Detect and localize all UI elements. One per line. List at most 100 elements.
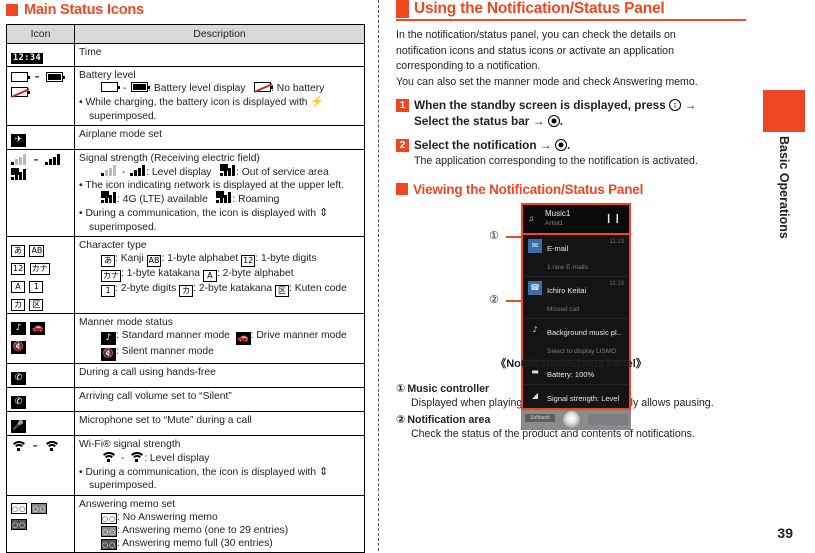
page-title: Main Status Icons [24,2,144,18]
kanji-mode-icon: あ [101,254,115,267]
desc-line: ○○: No Answering memo [79,511,360,524]
intro-line: corresponding to a notification. [396,60,541,73]
notification-time: 11:13 [609,238,624,245]
page-number: 39 [777,525,793,541]
alphabet-2byte-icon: A [202,269,217,282]
table-row: - Signal strength (Receiving electric fi… [6,148,365,237]
desc-cell-airplane: Airplane mode set [74,124,365,150]
desc-line: 1: 2-byte digits カ: 2-byte katakana 区: K… [79,282,360,297]
keypad-area [588,413,628,425]
step-title: Select the notification → . [414,137,746,153]
desc-text: : Out of service area [236,166,329,178]
table-row: - Battery level - : Battery level displa… [6,66,365,126]
desc-cell-time: Time [74,43,365,67]
step-2: 2 Select the notification → . The applic… [396,137,746,169]
step-text: Select the notification → [414,138,552,153]
chapter-tab-text: Basic Operations [777,136,791,239]
phone-icon: ☎ [528,280,542,295]
desc-text: : Standard manner mode [116,329,230,341]
manual-page: Main Status Icons Icon Description 12:34… [0,0,815,553]
signal-full-icon [45,153,61,165]
desc-line: あ: Kanji AB: 1-byte alphabet 12: 1-byte … [79,252,360,267]
pause-button-icon[interactable]: ❙❙ [605,214,622,224]
column-header-icon: Icon [6,24,75,44]
desc-text: : Battery level display [148,83,246,95]
notification-sub: Select to display LISMO [547,347,617,355]
desc-title: Wi-Fi® signal strength [79,438,181,450]
battery-full-icon [46,72,66,82]
wifi-low-icon [101,451,116,463]
intro-line: notification icons and status icons or a… [396,44,674,57]
silent-manner-mode-icon: 🔇 [101,347,116,361]
desc-text: : Drive manner mode [250,329,347,341]
alphabet-1byte-icon: AB [29,244,45,257]
music-note-icon: ♪ [532,324,538,334]
step-subtext: The application corresponding to the not… [414,155,698,168]
notification-title: Signal strength: Level [547,393,620,403]
desc-text: : 4G (LTE) available [117,194,208,206]
right-section-header: Using the Notification/Status Panel [396,0,746,21]
microphone-mute-icon: 🎤 [11,419,26,433]
step-body: When the standby screen is displayed, pr… [414,97,746,129]
music-controller[interactable]: ♫ Music1 Artist1 ❙❙ [521,202,631,235]
desc-cell-wifi: Wi-Fi® signal strength - : Level display… [74,434,365,496]
section-marker-square [396,183,408,196]
desc-cell-mic-mute: Microphone set to “Mute” during a call [74,410,365,436]
table-row: ✆ During a call using hands-free [6,362,365,388]
step-title: When the standby screen is displayed, pr… [414,97,746,129]
navigation-key-icon [669,99,682,112]
answering-memo-some-icon: ○○ [101,525,117,537]
desc-title: Time [79,47,102,58]
phone-hardware-footer: Softbank [521,409,631,430]
home-key[interactable] [563,410,580,428]
desc-title: Answering memo set [79,498,176,510]
desc-title: Airplane mode set [79,128,162,140]
standard-manner-mode-icon: ♪ [11,321,26,335]
section-marker-square [396,0,409,18]
table-row: 12:34 Time [6,43,365,67]
desc-line: - : Battery level display : No battery [79,82,360,95]
digits-2byte-icon: 1 [29,280,44,293]
battery-none-icon [254,82,274,93]
drive-manner-mode-icon: 🚗 [30,321,46,335]
desc-text: During a communication, the icon is disp… [85,467,317,479]
drive-manner-mode-icon: 🚗 [235,331,251,345]
list-item[interactable]: ✉ E-mail 1 new E-mails 11:13 [523,235,629,277]
desc-text: : 1-byte alphabet [161,252,239,264]
battery-empty-icon [11,72,30,82]
wifi-full-icon [129,451,145,463]
desc-text: : Kuten code [289,282,347,294]
icon-cell-battery: - [6,66,75,126]
subsection-header: Viewing the Notification/Status Panel [396,182,746,197]
intro-line: You can also set the manner mode and che… [396,75,698,88]
list-item[interactable]: ☎ Ichiro Keitai Missed call 11:19 [523,277,629,319]
icon-cell-mic-mute: 🎤 [6,410,75,436]
table-row: ✆ Arriving call volume set to “Silent” [6,386,365,412]
desc-line: : 4G (LTE) available : Roaming [79,191,360,206]
step-1: 1 When the standby screen is displayed, … [396,97,746,129]
notification-sub: 1 new E-mails [547,263,588,271]
notification-area[interactable]: ✉ E-mail 1 new E-mails 11:13 ☎ Ichiro Ke… [521,234,631,410]
desc-bullet-cont: superimposed. [89,110,157,122]
list-item[interactable]: ◢ Signal strength: Level [523,385,629,408]
icon-cell-manner-mode: ♪ 🚗 🔇 [6,312,75,364]
desc-bullet: • While charging, the battery icon is di… [79,96,325,109]
chapter-tab-label: Basic Operations [763,136,805,266]
table-row: あ AB 12 カナ A 1 カ 区 Character type あ: Ka… [6,235,365,314]
table-row: ♪ 🚗 🔇 Manner mode status ♪: Standard man… [6,312,365,364]
section-marker-square [6,4,18,16]
table-row: ✈ Airplane mode set [6,124,365,150]
step-number: 1 [396,99,409,113]
figure-notification-panel: ① ② ♫ Music1 Artist1 ❙❙ ✉ E-mail 1 new E… [396,202,746,430]
step-number: 2 [396,139,409,153]
center-key-icon [554,139,567,152]
status-icons-table: Icon Description 12:34 Time - Battery le… [6,24,365,553]
desc-cell-silent-ring: Arriving call volume set to “Silent” [74,386,365,412]
alphabet-2byte-icon: A [11,280,25,293]
desc-text: During a communication, the icon is disp… [85,208,317,220]
signal-full-icon [130,164,146,176]
icon-cell-wifi: - [6,434,75,496]
silent-ring-icon: ✆ [11,395,26,409]
desc-text: The icon indicating network is displayed… [85,180,344,192]
legend-term-text: Notification area [407,413,491,426]
